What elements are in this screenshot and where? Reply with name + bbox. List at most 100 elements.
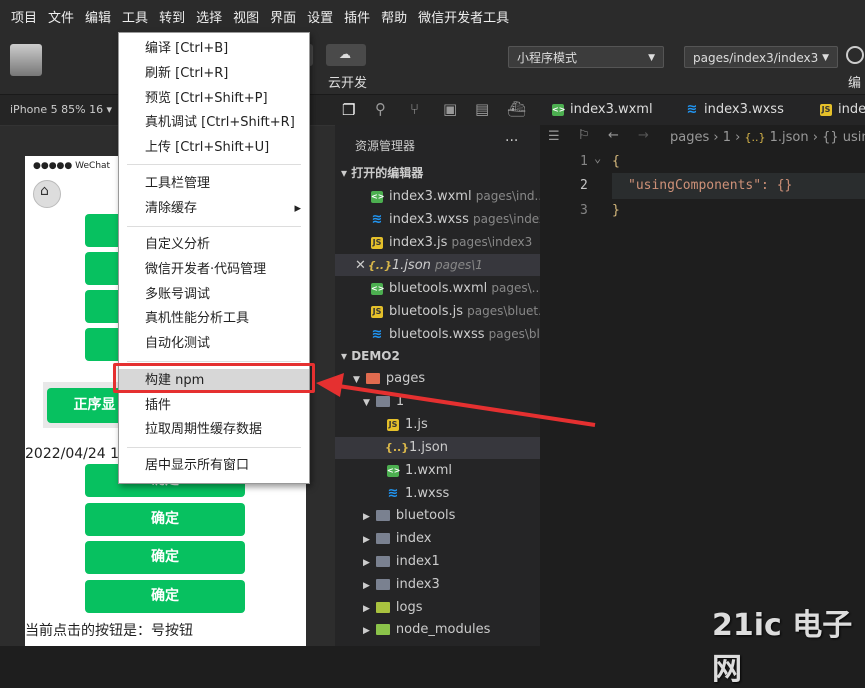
menu-item-perf-analysis[interactable]: 真机性能分析工具 — [119, 307, 309, 331]
menu-view[interactable]: 视图 — [233, 7, 259, 26]
cloud-button[interactable]: ☁ — [326, 44, 366, 66]
open-file-item-active[interactable]: ✕ {..}1.json pages\1 — [335, 254, 560, 276]
docker-icon[interactable]: ⛴ — [507, 100, 526, 118]
close-icon[interactable]: ✕ — [355, 258, 366, 273]
activity-bar: ❐ ⚲ ⑂ ▣ ▤ ⛴ — [335, 95, 540, 125]
mode-select[interactable]: 小程序模式 ▼ — [508, 46, 664, 68]
menu-edit[interactable]: 编辑 — [85, 7, 111, 26]
menu-goto[interactable]: 转到 — [159, 7, 185, 26]
submenu-arrow-icon: ▸ — [294, 201, 301, 216]
menu-divider — [127, 226, 301, 227]
menu-bar: 项目 文件 编辑 工具 转到 选择 视图 界面 设置 插件 帮助 微信开发者工具 — [0, 0, 865, 32]
forward-icon[interactable]: → — [638, 128, 649, 143]
menu-item-toolbar-manage[interactable]: 工具栏管理 — [119, 172, 309, 196]
tab-label: index3.wxml — [570, 102, 653, 117]
file-name: index3.wxml — [389, 189, 472, 204]
file-name: bluetools.js — [389, 304, 464, 319]
highlight-box — [113, 363, 315, 393]
menu-settings[interactable]: 设置 — [307, 7, 333, 26]
menu-project[interactable]: 项目 — [11, 7, 37, 26]
menu-select[interactable]: 选择 — [196, 7, 222, 26]
menu-item-multi-account[interactable]: 多账号调试 — [119, 283, 309, 307]
menu-divider — [127, 447, 301, 448]
menu-interface[interactable]: 界面 — [270, 7, 296, 26]
js-file-icon: JS — [820, 103, 832, 116]
tree-folder[interactable]: ▶ node_modules — [335, 619, 568, 641]
json-file-icon: {..} — [367, 258, 392, 272]
menu-item-preview[interactable]: 预览 [Ctrl+Shift+P] — [119, 87, 309, 111]
search-icon[interactable]: ⚲ — [375, 100, 386, 118]
confirm-button[interactable]: 确定 — [85, 541, 245, 574]
confirm-button[interactable]: 确定 — [85, 503, 245, 536]
menu-item-fetch-cache[interactable]: 拉取周期性缓存数据 — [119, 418, 309, 442]
editor-tabs: <> index3.wxml ≋ index3.wxss JS inde — [540, 95, 865, 125]
folder-icon — [375, 579, 390, 590]
code-line: } — [612, 203, 620, 218]
tree-label: 1.json — [409, 440, 448, 455]
debug-icon[interactable]: ▣ — [443, 100, 457, 118]
tree-folder[interactable]: ▶ logs — [335, 597, 568, 619]
compile-icon[interactable] — [846, 46, 864, 64]
file-name: 1.json — [391, 258, 431, 273]
tree-label: logs — [395, 600, 423, 615]
tree-label: bluetools — [395, 508, 456, 523]
menu-item-center-windows[interactable]: 居中显示所有窗口 — [119, 454, 309, 478]
menu-divider — [127, 361, 301, 362]
menu-item-custom-analysis[interactable]: 自定义分析 — [119, 233, 309, 257]
crumb: pages — [670, 130, 710, 145]
list-icon[interactable]: ☰ — [548, 129, 560, 144]
breadcrumb: ☰ ⚐ ← → pages › 1 › {..} 1.json › {} usi… — [540, 125, 865, 151]
menu-item-automation[interactable]: 自动化测试 — [119, 332, 309, 356]
home-button[interactable]: ⌂ — [33, 180, 61, 208]
menu-item-device-debug[interactable]: 真机调试 [Ctrl+Shift+R] — [119, 111, 309, 135]
tree-folder[interactable]: ▶ index — [335, 528, 568, 550]
source-control-icon[interactable]: ⑂ — [410, 100, 419, 118]
menu-wechat-devtools[interactable]: 微信开发者工具 — [418, 7, 509, 26]
wxml-file-icon: <> — [371, 282, 385, 295]
back-icon[interactable]: ← — [608, 128, 619, 143]
menu-item-plugins[interactable]: 插件 — [119, 394, 309, 418]
avatar[interactable] — [10, 44, 42, 76]
tree-label: index — [395, 531, 432, 546]
menu-help[interactable]: 帮助 — [381, 7, 407, 26]
breadcrumb-path[interactable]: pages › 1 › {..} 1.json › {} usin — [670, 130, 865, 145]
tree-folder[interactable]: ▶ bluetools — [335, 505, 568, 527]
file-name: index3.wxss — [389, 212, 469, 227]
menu-item-upload[interactable]: 上传 [Ctrl+Shift+U] — [119, 136, 309, 160]
wxml-file-icon: <> — [387, 464, 401, 477]
crumb: 1 — [722, 130, 731, 145]
wxml-file-icon: <> — [552, 103, 566, 116]
menu-tools[interactable]: 工具 — [122, 7, 148, 26]
cloud-dev-label: 云开发 — [328, 76, 368, 91]
section-project[interactable]: ▾ DEMO2 — [335, 345, 540, 367]
tab-index3-wxss[interactable]: ≋ index3.wxss — [686, 95, 784, 125]
device-select[interactable]: iPhone 5 85% 16 ▾ — [10, 103, 112, 116]
tab-index3-wxml[interactable]: <> index3.wxml — [552, 95, 653, 125]
files-icon[interactable]: ❐ — [342, 101, 355, 119]
status-bar: ●●●●● WeChat — [33, 161, 111, 171]
js-file-icon: JS — [371, 236, 383, 249]
more-icon[interactable]: ··· — [505, 133, 518, 149]
menu-item-refresh[interactable]: 刷新 [Ctrl+R] — [119, 62, 309, 86]
compile-label: 编 — [848, 76, 862, 91]
tree-folder[interactable]: ▶ index3 — [335, 574, 568, 596]
extensions-icon[interactable]: ▤ — [475, 100, 489, 118]
menu-item-clear-cache[interactable]: 清除缓存 ▸ — [119, 197, 309, 221]
tree-folder[interactable]: ▶ index1 — [335, 551, 568, 573]
confirm-button[interactable]: 确定 — [85, 580, 245, 613]
section-open-editors[interactable]: ▾ 打开的编辑器 — [335, 162, 540, 184]
bookmark-icon[interactable]: ⚐ — [578, 128, 590, 143]
line-number: 1 — [580, 154, 588, 169]
tab-index3-js[interactable]: JS inde — [820, 95, 865, 125]
menu-file[interactable]: 文件 — [48, 7, 74, 26]
tree-label: index1 — [395, 554, 440, 569]
page-select[interactable]: pages/index3/index3 ▼ — [684, 46, 838, 68]
tree-label: index3 — [395, 577, 440, 592]
menu-item-code-manage[interactable]: 微信开发者·代码管理 — [119, 258, 309, 282]
file-path: pages\index3 — [451, 235, 533, 249]
menu-plugins[interactable]: 插件 — [344, 7, 370, 26]
menu-item-compile[interactable]: 编译 [Ctrl+B] — [119, 37, 309, 61]
fold-icon[interactable]: ⌄ — [594, 151, 601, 165]
tree-label: node_modules — [395, 622, 491, 637]
code-line: { — [612, 154, 620, 169]
